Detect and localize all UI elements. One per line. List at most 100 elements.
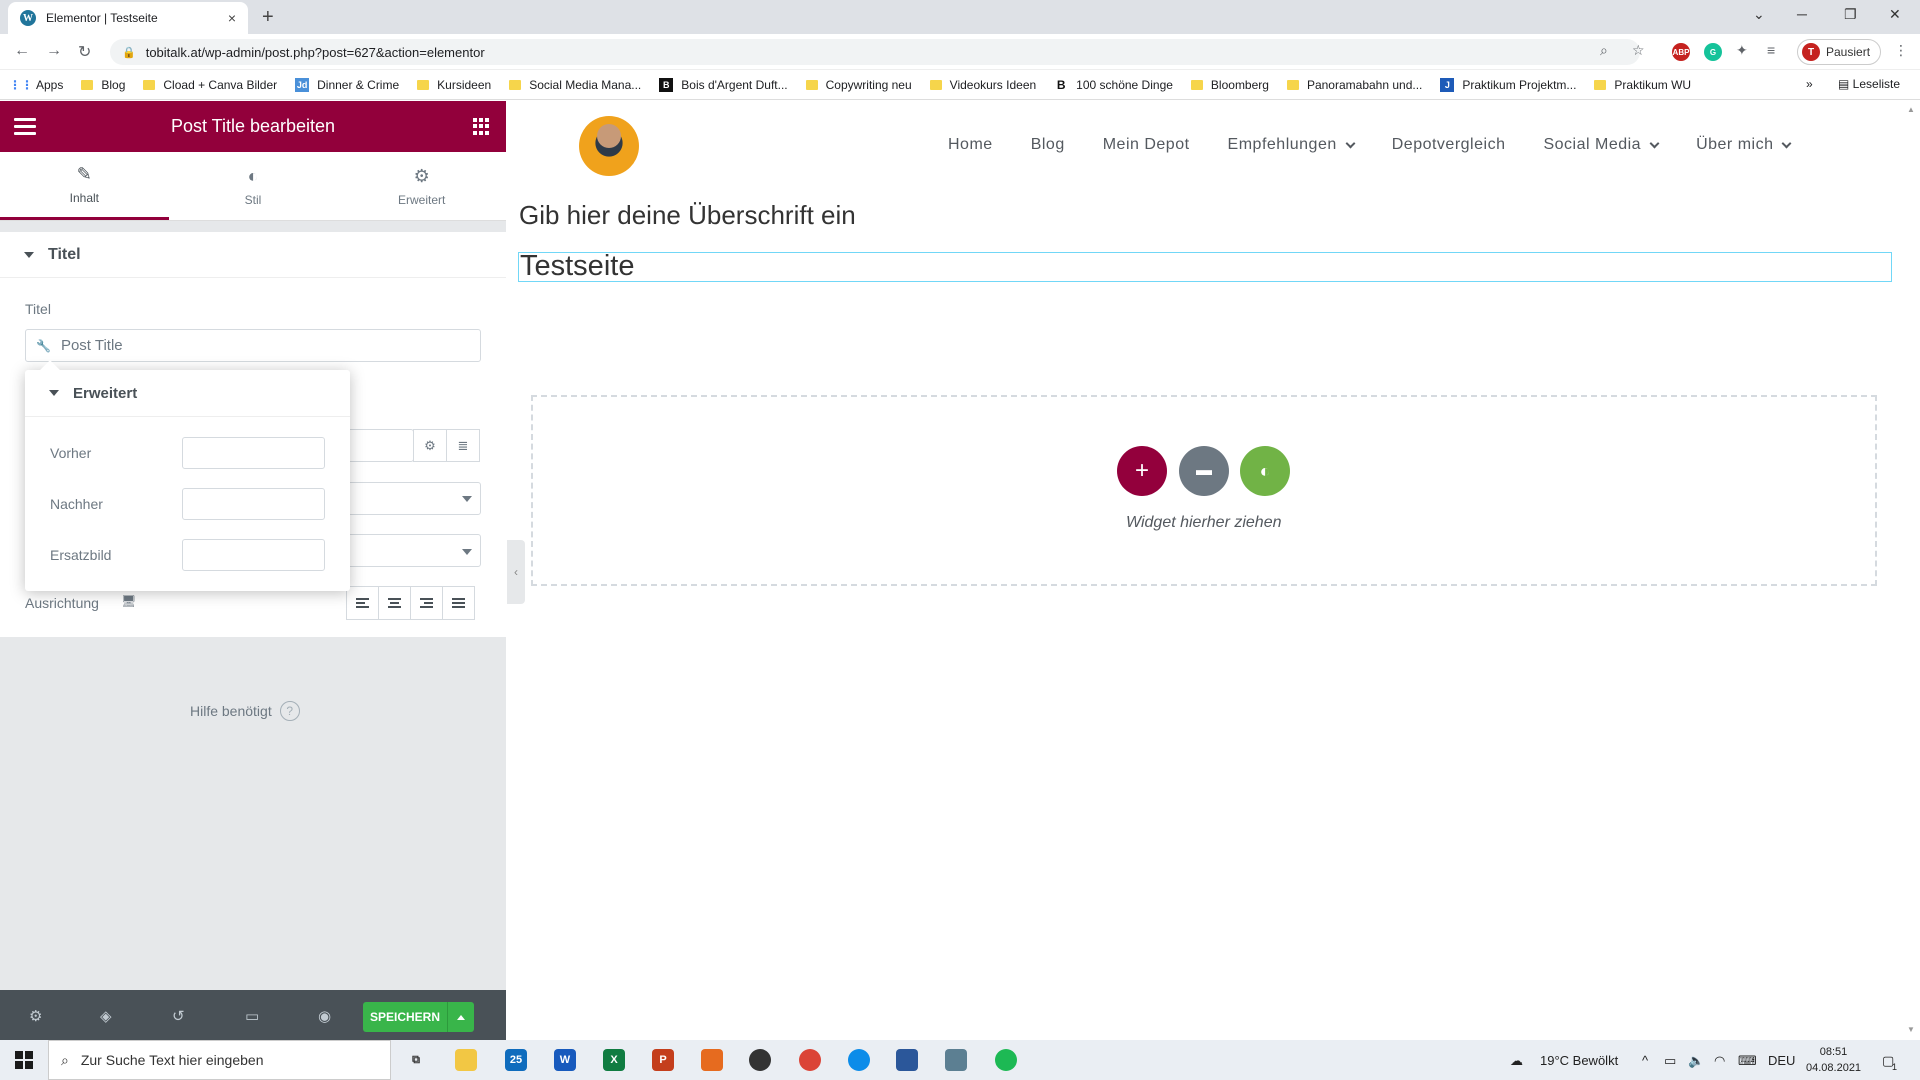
task-view-icon[interactable]: ⧉ <box>405 1049 427 1071</box>
preview-scrollbar[interactable]: ▲ ▼ <box>1903 101 1920 1040</box>
file-explorer-icon[interactable] <box>455 1049 477 1071</box>
align-left-button[interactable] <box>346 586 379 620</box>
bookmark-100-dinge[interactable]: B 100 schöne Dinge <box>1054 78 1173 92</box>
bookmark-apps[interactable]: ⋮⋮ Apps <box>9 78 63 92</box>
size-select[interactable] <box>340 482 481 515</box>
post-title-widget[interactable]: Testseite <box>518 250 1892 282</box>
wifi-icon[interactable]: ◠ <box>1714 1053 1725 1069</box>
popover-erweitert-header[interactable]: Erweitert <box>25 370 350 417</box>
powerpoint-icon[interactable]: P <box>652 1049 674 1071</box>
extensions-puzzle-icon[interactable]: ✦ <box>1736 42 1748 59</box>
section-titel-header[interactable]: Titel <box>0 232 506 278</box>
menu-icon[interactable] <box>14 118 36 139</box>
reload-icon[interactable]: ↻ <box>78 42 91 62</box>
desktop-icon[interactable]: 🖥 <box>121 594 136 608</box>
tab-inhalt[interactable]: ✎ Inhalt <box>0 152 169 220</box>
bookmark-praktikum-projekt[interactable]: J Praktikum Projektm... <box>1440 77 1576 92</box>
nav-depotvergleich[interactable]: Depotvergleich <box>1392 136 1506 154</box>
volume-icon[interactable]: 🔈 <box>1688 1053 1704 1069</box>
title-input[interactable]: 🔧 Post Title <box>25 329 481 362</box>
ersatzbild-input[interactable] <box>182 539 325 571</box>
bookmark-copywriting[interactable]: Copywriting neu <box>805 78 912 92</box>
add-template-button[interactable]: ▬ <box>1179 446 1229 496</box>
app-icon[interactable] <box>896 1049 918 1071</box>
app-icon[interactable] <box>701 1049 723 1071</box>
window-close-button[interactable]: ✕ <box>1889 6 1901 23</box>
back-icon[interactable]: ← <box>14 42 30 60</box>
history-icon[interactable]: ↺ <box>172 1007 185 1025</box>
collapse-panel-button[interactable]: ‹ <box>507 540 525 604</box>
word-icon[interactable]: W <box>554 1049 576 1071</box>
bookmark-bloomberg[interactable]: Bloomberg <box>1190 78 1269 92</box>
nachher-input[interactable] <box>182 488 325 520</box>
align-justify-button[interactable] <box>442 586 475 620</box>
minimize-button[interactable]: ─ <box>1797 6 1807 22</box>
add-section-button[interactable]: + <box>1117 446 1167 496</box>
onedrive-icon[interactable]: ▭ <box>1664 1053 1676 1069</box>
reading-list-button[interactable]: ▤ Leseliste <box>1838 77 1900 91</box>
bookmark-kursideen[interactable]: Kursideen <box>417 78 491 92</box>
bookmark-social-media[interactable]: Social Media Mana... <box>509 78 641 92</box>
bookmark-dinner-crime[interactable]: Jd Dinner & Crime <box>295 77 399 92</box>
responsive-mode-icon[interactable]: ▭ <box>245 1007 259 1025</box>
widgets-grid-icon[interactable] <box>473 118 490 135</box>
tab-erweitert[interactable]: ⚙ Erweitert <box>337 152 506 220</box>
language-indicator[interactable]: DEU <box>1768 1053 1795 1068</box>
nav-blog[interactable]: Blog <box>1031 136 1065 154</box>
tab-stil[interactable]: ◐ Stil <box>169 152 338 220</box>
taskbar-search[interactable]: ⌕ Zur Suche Text hier eingeben <box>48 1040 391 1080</box>
keyboard-icon[interactable]: ⌨ <box>1738 1053 1757 1069</box>
bookmark-praktikum-wu[interactable]: Praktikum WU <box>1594 78 1691 92</box>
preview-eye-icon[interactable]: ◉ <box>318 1007 331 1025</box>
bookmark-bois-argent[interactable]: B Bois d'Argent Duft... <box>659 77 788 92</box>
close-icon[interactable]: × <box>228 10 236 26</box>
nav-social-media[interactable]: Social Media <box>1543 136 1660 154</box>
spotify-icon[interactable] <box>995 1049 1017 1071</box>
align-center-button[interactable] <box>378 586 411 620</box>
nav-empfehlungen[interactable]: Empfehlungen <box>1228 136 1356 154</box>
nav-mein-depot[interactable]: Mein Depot <box>1103 136 1190 154</box>
grammarly-extension-icon[interactable]: G <box>1704 43 1722 61</box>
browser-menu-icon[interactable]: ⋮ <box>1894 42 1908 59</box>
chrome-icon[interactable] <box>799 1049 821 1071</box>
dynamic-tags-button[interactable]: ≣ <box>446 429 480 462</box>
align-right-button[interactable] <box>410 586 443 620</box>
wrench-icon[interactable]: 🔧 <box>36 339 51 353</box>
zoom-icon[interactable]: ⌕ <box>1600 42 1608 59</box>
scroll-up-icon[interactable]: ▲ <box>1907 105 1915 114</box>
tab-search-icon[interactable]: ⌄ <box>1753 6 1765 23</box>
excel-icon[interactable]: X <box>603 1049 625 1071</box>
system-clock[interactable]: 08:51 04.08.2021 <box>1806 1044 1861 1076</box>
save-options-button[interactable] <box>448 1002 474 1032</box>
mail-icon[interactable]: 25 <box>505 1049 527 1071</box>
weather-text[interactable]: 19°C Bewölkt <box>1540 1053 1618 1068</box>
media-control-icon[interactable]: ≡ <box>1767 42 1775 58</box>
address-bar[interactable]: 🔒 tobitalk.at/wp-admin/post.php?post=627… <box>110 39 1640 65</box>
link-input[interactable] <box>340 429 414 462</box>
bookmark-blog[interactable]: Blog <box>81 78 125 92</box>
save-button[interactable]: SPEICHERN <box>363 1002 474 1032</box>
nav-ueber-mich[interactable]: Über mich <box>1696 136 1792 154</box>
bookmark-panoramabahn[interactable]: Panoramabahn und... <box>1286 78 1422 92</box>
navigator-layers-icon[interactable]: ◈ <box>100 1007 112 1025</box>
browser-tab[interactable]: W Elementor | Testseite × <box>8 2 248 34</box>
scroll-down-icon[interactable]: ▼ <box>1907 1025 1915 1034</box>
restore-button[interactable]: ❐ <box>1844 6 1857 23</box>
bookmark-star-icon[interactable]: ☆ <box>1632 42 1645 59</box>
html-tag-select[interactable] <box>340 534 481 567</box>
bookmark-videokurs[interactable]: Videokurs Ideen <box>929 78 1036 92</box>
help-link[interactable]: Hilfe benötigt ? <box>190 701 300 721</box>
tray-chevron-icon[interactable]: ^ <box>1642 1053 1648 1068</box>
profile-button[interactable]: T Pausiert <box>1797 39 1881 65</box>
bookmarks-overflow-icon[interactable]: » <box>1806 77 1813 91</box>
new-tab-button[interactable]: + <box>262 6 274 29</box>
weather-icon[interactable]: ☁ <box>1510 1053 1523 1069</box>
edge-icon[interactable] <box>848 1049 870 1071</box>
vorher-input[interactable] <box>182 437 325 469</box>
calculator-icon[interactable] <box>945 1049 967 1071</box>
settings-icon[interactable]: ⚙ <box>29 1007 42 1025</box>
bookmark-cload-canva[interactable]: Cload + Canva Bilder <box>143 78 277 92</box>
adblock-extension-icon[interactable]: ABP <box>1672 43 1690 61</box>
nav-home[interactable]: Home <box>948 136 993 154</box>
obs-icon[interactable] <box>749 1049 771 1071</box>
